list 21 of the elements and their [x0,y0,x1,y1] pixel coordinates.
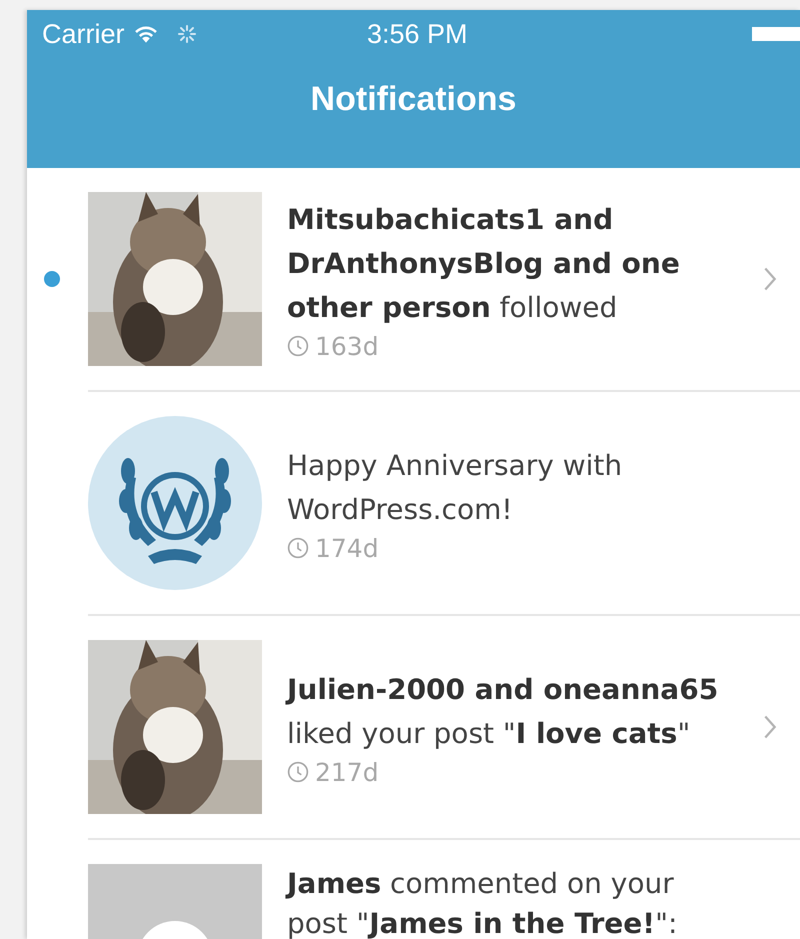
status-time: 3:56 PM [367,18,468,50]
clock-icon [287,537,309,559]
activity-icon [176,24,197,44]
notification-text: Julien-2000 and oneanna65 liked your post "I love cats" [287,672,720,752]
notification-age: 217d [315,758,379,786]
laurel-logo-icon [88,416,262,590]
wifi-icon [132,24,159,44]
battery-icon [752,27,800,41]
screen-title: Notifications [310,79,518,119]
notification-age: 163d [315,332,379,360]
notification-row[interactable]: Happy Anniversary with WordPress.com! 174d [88,392,800,616]
notification-text: Happy Anniversary with WordPress.com! [287,448,624,528]
notification-row[interactable]: Julien-2000 and oneanna65 liked your post "I love cats" 217d [88,616,800,840]
notification-row[interactable]: Mitsubachicats1 and DrAnthonysBlog and one other person followed 163d [88,168,800,392]
clock-icon [287,335,309,357]
carrier-label: Carrier [42,18,125,50]
notification-age: 174d [315,534,379,562]
notification-text: Mitsubachicats1 and DrAnthonysBlog and one other person followed [287,202,681,326]
notification-row[interactable]: James commented on your post "James in the Tree!": [88,840,800,939]
notification-text: James commented on your post "James in the Tree!": [287,866,678,939]
clock-icon [287,761,309,783]
